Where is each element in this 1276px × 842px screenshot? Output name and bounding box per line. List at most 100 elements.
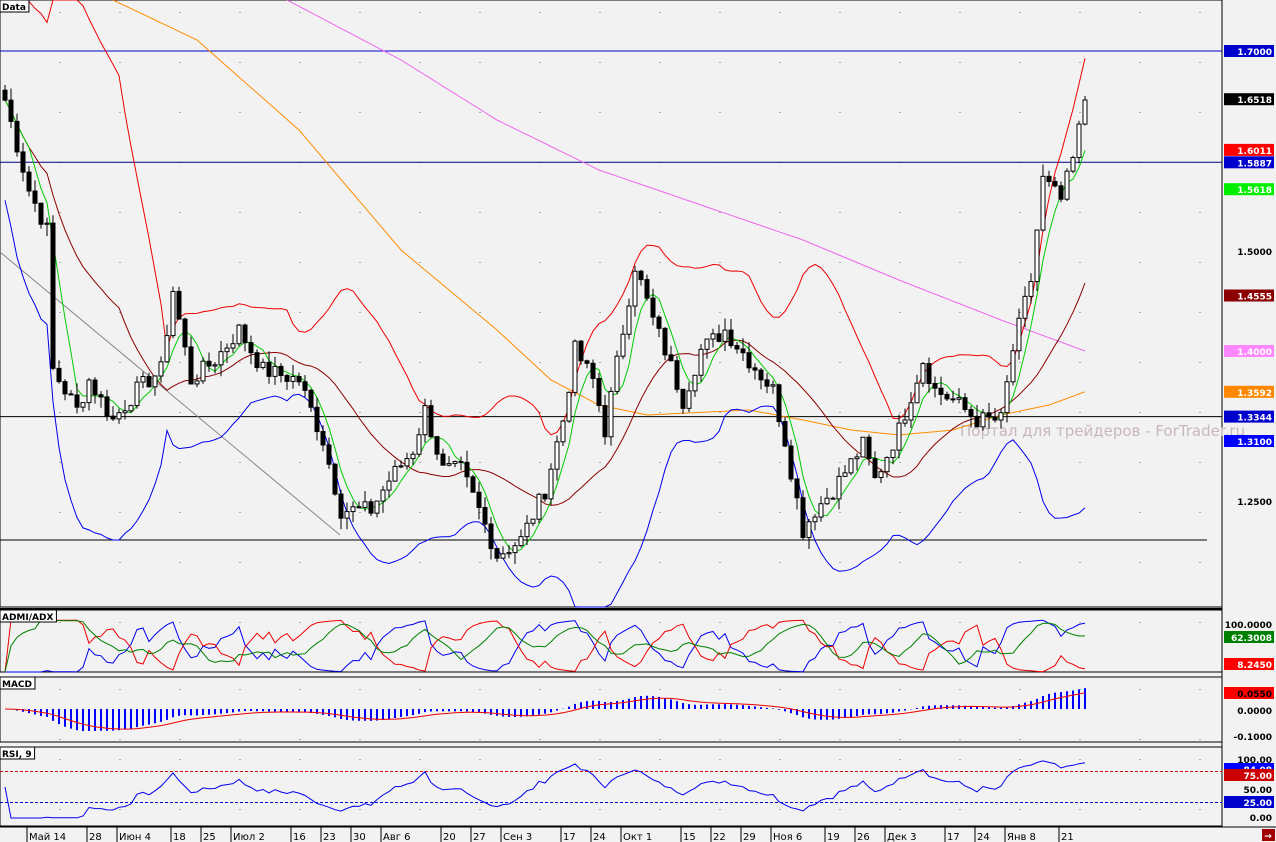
candle: [536, 492, 542, 524]
candle: [1082, 95, 1088, 126]
candle-body: [8, 99, 14, 122]
candle-body: [638, 270, 644, 281]
chart-canvas[interactable]: Портал для трейдеров - ForTrader.ru Data A…: [0, 0, 1276, 842]
candle-body: [998, 412, 1004, 421]
candle-body: [968, 408, 974, 417]
candle-body: [752, 367, 758, 371]
candle-body: [170, 290, 176, 337]
candle-body: [674, 360, 680, 390]
candle-body: [1022, 295, 1028, 319]
candle-body: [62, 381, 68, 395]
candle-body: [698, 348, 704, 376]
candle-body: [68, 393, 74, 396]
candle-body: [404, 458, 410, 467]
candle-body: [716, 333, 722, 342]
candle-body: [1082, 99, 1088, 125]
candle-body: [728, 329, 734, 347]
candle-body: [410, 453, 416, 460]
candle-body: [122, 410, 128, 414]
candle-body: [128, 405, 134, 412]
candle-body: [416, 434, 422, 455]
date-label: 17: [563, 832, 576, 842]
candle-body: [278, 365, 284, 377]
candle-body: [32, 190, 38, 204]
date-label: Ноя 6: [773, 832, 802, 842]
candle-body: [326, 444, 332, 465]
candle-body: [152, 375, 158, 388]
candle-body: [818, 503, 824, 518]
candle-body: [338, 493, 344, 519]
candle-body: [872, 458, 878, 478]
panel-main: [0, 0, 1223, 608]
date-label: 19: [827, 832, 840, 842]
candle-body: [842, 472, 848, 477]
candle: [548, 463, 554, 506]
candle-body: [176, 290, 182, 320]
date-label: 20: [443, 832, 456, 842]
candle-body: [182, 318, 188, 348]
date-label: 22: [713, 832, 726, 842]
candle-body: [644, 279, 650, 299]
candle-body: [512, 545, 518, 554]
candle-body: [200, 360, 206, 382]
candle-body: [1070, 157, 1076, 172]
macd-label: 0.0550: [1237, 690, 1272, 700]
candle-body: [560, 420, 566, 443]
price-label: 1.6011: [1237, 147, 1272, 157]
date-label: 15: [683, 832, 696, 842]
adx-label: 8.2450: [1237, 661, 1272, 671]
candle: [920, 361, 926, 388]
candle-body: [464, 461, 470, 478]
candle-body: [836, 475, 842, 500]
candle-body: [686, 390, 692, 409]
panel-macd: [0, 676, 1223, 743]
candle-body: [896, 422, 902, 451]
candle-body: [56, 367, 62, 383]
candle-body: [374, 500, 380, 514]
candle: [848, 458, 854, 476]
candle-body: [104, 396, 110, 417]
macd-label: 0.0000: [1237, 707, 1272, 717]
date-label: 26: [857, 832, 870, 842]
candle-body: [146, 376, 152, 388]
candle-body: [446, 463, 452, 466]
trading-chart[interactable]: Портал для трейдеров - ForTrader.ru Data A…: [0, 0, 1276, 842]
candle: [782, 416, 788, 448]
candle-body: [578, 340, 584, 362]
candle-body: [116, 412, 122, 420]
candle-body: [356, 506, 362, 509]
date-label: Янв 8: [1007, 832, 1036, 842]
candle-body: [1016, 317, 1022, 352]
candle-body: [758, 369, 764, 381]
candle: [614, 350, 620, 395]
candle-body: [902, 419, 908, 424]
candle-body: [110, 415, 116, 420]
candle: [428, 399, 434, 438]
candle-body: [254, 352, 260, 369]
candle-body: [44, 222, 50, 225]
price-label: 1.5618: [1237, 186, 1272, 196]
candle-body: [980, 412, 986, 428]
candle-body: [776, 384, 782, 423]
candle-body: [1076, 123, 1082, 159]
panel-divider: [0, 608, 1222, 610]
candle-body: [1028, 281, 1034, 297]
candle-body: [2, 89, 8, 101]
date-label: 21: [1061, 832, 1074, 842]
date-label: 24: [593, 832, 606, 842]
candle-body: [236, 324, 242, 345]
candle-body: [284, 375, 290, 382]
price-label: 1.2500: [1237, 498, 1272, 508]
candle-body: [782, 421, 788, 447]
candle-body: [290, 375, 296, 382]
panel-title-main: Data: [2, 3, 26, 13]
candle-body: [542, 493, 548, 500]
price-label: 1.5887: [1237, 159, 1272, 169]
candle: [674, 355, 680, 393]
candle-body: [932, 382, 938, 389]
candle-body: [962, 397, 968, 410]
rsi-label: 0.00: [1250, 814, 1272, 824]
candle: [470, 474, 476, 493]
candle-body: [158, 361, 164, 377]
candle-body: [536, 493, 542, 520]
